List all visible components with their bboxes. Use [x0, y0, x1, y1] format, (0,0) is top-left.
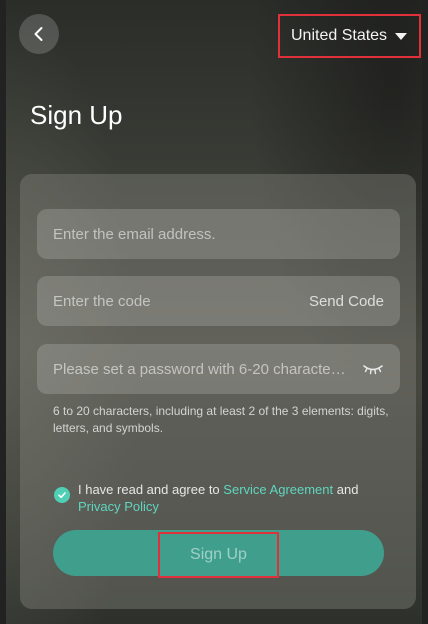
- check-icon: [58, 492, 66, 499]
- password-hint: 6 to 20 characters, including at least 2…: [53, 404, 389, 435]
- service-agreement-link[interactable]: Service Agreement: [223, 482, 333, 497]
- privacy-policy-link[interactable]: Privacy Policy: [78, 499, 159, 514]
- caret-down-icon: [395, 32, 408, 40]
- eye-closed-icon[interactable]: [362, 362, 384, 376]
- agree-checkbox[interactable]: [54, 487, 70, 503]
- agree-and: and: [336, 482, 359, 497]
- chevron-left-icon: [34, 27, 43, 41]
- page-title: Sign Up: [30, 100, 123, 130]
- email-field[interactable]: Enter the email address.: [37, 209, 400, 259]
- send-code-button[interactable]: Send Code: [309, 293, 384, 310]
- password-placeholder: Please set a password with 6-20 characte…: [53, 360, 346, 378]
- back-button[interactable]: [19, 14, 59, 54]
- country-selector[interactable]: United States: [278, 14, 421, 58]
- code-placeholder: Enter the code: [53, 292, 151, 310]
- agreement-text: I have read and agree to Service Agreeme…: [78, 481, 358, 515]
- agree-prefix: I have read and agree to: [78, 482, 220, 497]
- code-field[interactable]: Enter the code Send Code: [37, 276, 400, 326]
- country-label: United States: [291, 27, 388, 44]
- signup-button-label[interactable]: Sign Up: [158, 532, 279, 578]
- agreement-row: I have read and agree to Service Agreeme…: [54, 481, 394, 515]
- signup-label-text: Sign Up: [190, 546, 247, 563]
- password-field[interactable]: Please set a password with 6-20 characte…: [37, 344, 400, 394]
- email-placeholder: Enter the email address.: [53, 225, 216, 243]
